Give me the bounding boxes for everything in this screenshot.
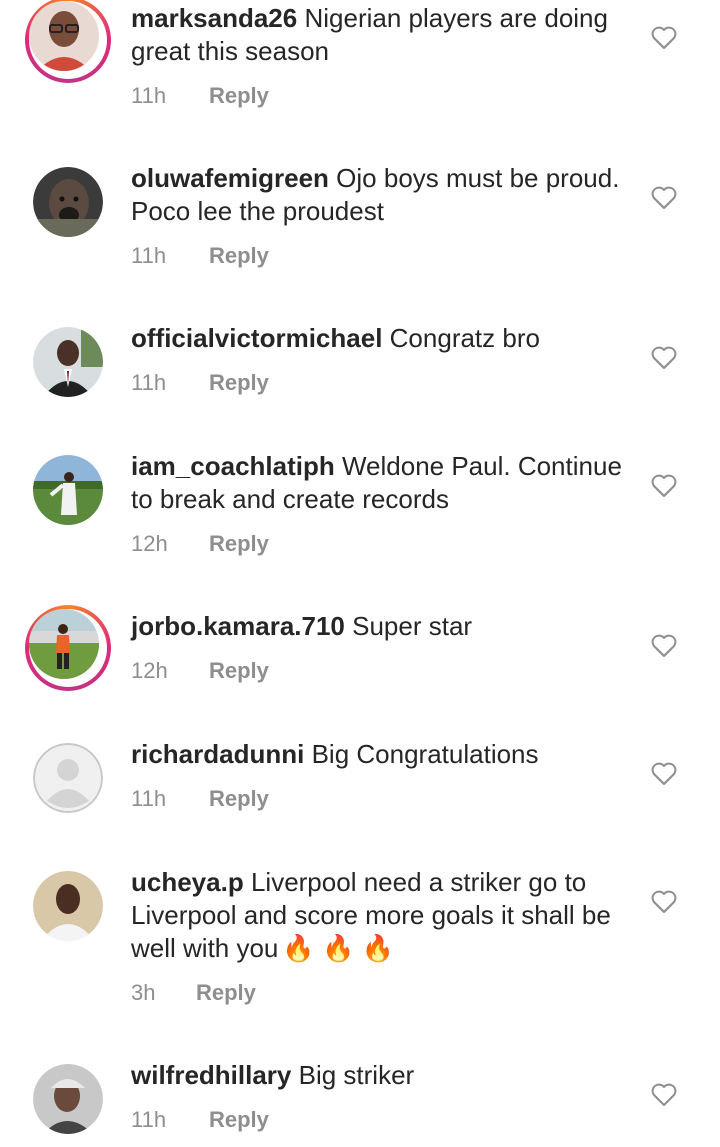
comment-text: wilfredhillary Big striker <box>131 1059 631 1092</box>
comment-time: 11h <box>131 786 167 811</box>
like-heart-icon[interactable] <box>651 474 677 498</box>
comment-username[interactable]: marksanda26 <box>131 3 297 33</box>
like-heart-icon[interactable] <box>651 634 677 658</box>
comment-text: iam_coachlatiph Weldone Paul. Continue t… <box>131 450 631 516</box>
comment-username[interactable]: richardadunni <box>131 739 304 769</box>
comment-text: jorbo.kamara.710 Super star <box>131 610 631 643</box>
like-heart-icon[interactable] <box>651 762 677 786</box>
avatar[interactable] <box>33 1064 103 1134</box>
user-avatar-man-glasses-icon <box>29 1 99 71</box>
default-avatar-icon <box>33 743 103 813</box>
comment-username[interactable]: officialvictormichael <box>131 323 382 353</box>
comment-text: oluwafemigreen Ojo boys must be proud. P… <box>131 162 631 228</box>
comment-text: marksanda26 Nigerian players are doing g… <box>131 2 631 68</box>
user-avatar-footballer-icon <box>29 609 99 679</box>
avatar[interactable] <box>33 327 103 397</box>
avatar[interactable] <box>33 743 103 813</box>
reply-button[interactable]: Reply <box>209 83 269 108</box>
comment-text: ucheya.p Liverpool need a striker go to … <box>131 866 631 965</box>
comment-username[interactable]: oluwafemigreen <box>131 163 329 193</box>
avatar[interactable] <box>33 455 103 525</box>
comment-body: Super star <box>352 611 473 641</box>
like-heart-icon[interactable] <box>651 346 677 370</box>
comment-meta: 11h Reply <box>131 1107 269 1133</box>
comment-time: 11h <box>131 370 167 395</box>
reply-button[interactable]: Reply <box>209 243 269 268</box>
user-avatar-man-cap-icon <box>33 1064 103 1134</box>
reply-button[interactable]: Reply <box>209 531 269 556</box>
comment-time: 11h <box>131 83 167 108</box>
comment-meta: 3h Reply <box>131 980 256 1006</box>
comment-username[interactable]: iam_coachlatiph <box>131 451 335 481</box>
avatar[interactable] <box>33 871 103 941</box>
user-avatar-man-field-icon <box>33 455 103 525</box>
comment-meta: 11h Reply <box>131 370 269 396</box>
comment-username[interactable]: wilfredhillary <box>131 1060 291 1090</box>
comment-time: 12h <box>131 658 168 683</box>
comment-text: officialvictormichael Congratz bro <box>131 322 631 355</box>
comment-meta: 11h Reply <box>131 83 269 109</box>
like-heart-icon[interactable] <box>651 1083 677 1107</box>
user-avatar-dog-icon <box>33 167 103 237</box>
comment-username[interactable]: jorbo.kamara.710 <box>131 611 345 641</box>
comment-meta: 11h Reply <box>131 243 269 269</box>
comment-meta: 12h Reply <box>131 531 269 557</box>
comment-body: Congratz bro <box>389 323 540 353</box>
reply-button[interactable]: Reply <box>196 980 256 1005</box>
comment-meta: 12h Reply <box>131 658 269 684</box>
reply-button[interactable]: Reply <box>209 658 269 683</box>
user-avatar-man-suit-icon <box>33 327 103 397</box>
comment-time: 11h <box>131 243 167 268</box>
avatar[interactable] <box>25 0 111 83</box>
comment-body: Big Congratulations <box>311 739 539 769</box>
user-avatar-man-white-icon <box>33 871 103 941</box>
avatar[interactable] <box>25 605 111 691</box>
reply-button[interactable]: Reply <box>209 786 269 811</box>
like-heart-icon[interactable] <box>651 890 677 914</box>
comment-time: 11h <box>131 1107 167 1132</box>
like-heart-icon[interactable] <box>651 26 677 50</box>
reply-button[interactable]: Reply <box>209 370 269 395</box>
comment-body: Big striker <box>298 1060 415 1090</box>
comment-text: richardadunni Big Congratulations <box>131 738 631 771</box>
comment-time: 12h <box>131 531 168 556</box>
comment-meta: 11h Reply <box>131 786 269 812</box>
like-heart-icon[interactable] <box>651 186 677 210</box>
comment-username[interactable]: ucheya.p <box>131 867 244 897</box>
comment-time: 3h <box>131 980 156 1005</box>
fire-emoji-icon: 🔥 🔥 🔥 <box>282 933 394 963</box>
reply-button[interactable]: Reply <box>209 1107 269 1132</box>
comments-list: marksanda26 Nigerian players are doing g… <box>0 0 720 1147</box>
avatar[interactable] <box>33 167 103 237</box>
